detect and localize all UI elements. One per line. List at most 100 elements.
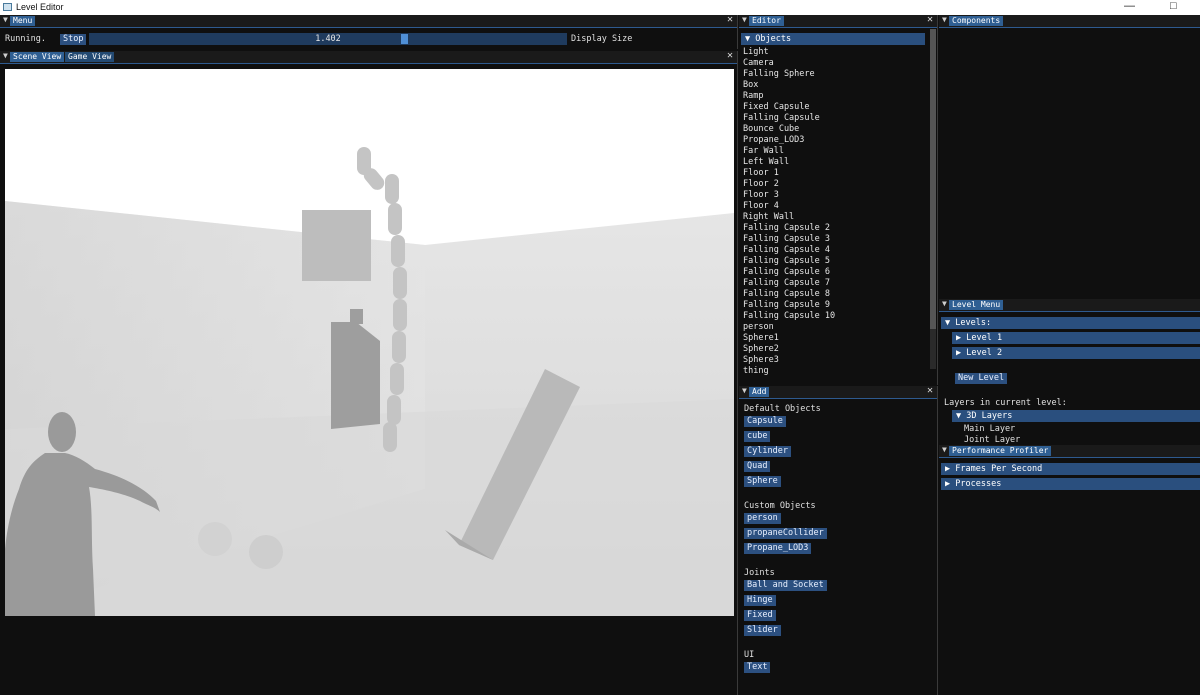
- collapse-arrow-icon[interactable]: ▼: [942, 445, 947, 454]
- object-list-item[interactable]: Falling Sphere: [743, 69, 815, 80]
- collapse-arrow-icon[interactable]: ▼: [942, 15, 947, 24]
- levels-header-label: Levels:: [955, 318, 992, 328]
- close-icon[interactable]: ✕: [927, 14, 933, 25]
- object-list-item[interactable]: Floor 4: [743, 201, 779, 212]
- view-tabbar: ▼ Scene View Game View ✕: [0, 50, 737, 64]
- object-list-item[interactable]: Falling Capsule 7: [743, 278, 830, 289]
- 3d-layers-header[interactable]: ▼ 3D Layers: [952, 410, 1200, 422]
- tab-game-view[interactable]: Game View: [65, 52, 115, 62]
- object-list-item[interactable]: Far Wall: [743, 146, 784, 157]
- object-list-item[interactable]: Ramp: [743, 91, 763, 102]
- object-list-item[interactable]: Floor 2: [743, 179, 779, 190]
- object-list-item[interactable]: Camera: [743, 58, 774, 69]
- levels-header[interactable]: ▼ Levels:: [941, 317, 1200, 329]
- add-quad-button[interactable]: Quad: [744, 461, 771, 472]
- ui-title: UI: [744, 650, 755, 660]
- editor-panel: ▼ Editor ✕ ▼ Objects Light Camera Falling …: [739, 14, 938, 385]
- object-list-item[interactable]: Falling Capsule 8: [743, 289, 830, 300]
- display-size-slider[interactable]: 1.402: [89, 33, 567, 45]
- app-icon: [3, 3, 12, 11]
- object-list-item[interactable]: Sphere1: [743, 333, 779, 344]
- collapse-arrow-icon[interactable]: ▼: [742, 15, 747, 24]
- collapse-arrow-icon[interactable]: ▼: [942, 299, 947, 308]
- object-list-item[interactable]: Floor 3: [743, 190, 779, 201]
- object-list-item[interactable]: thing: [743, 366, 769, 377]
- slider-handle[interactable]: [401, 34, 408, 44]
- add-panel: ▼ Add ✕ Default Objects Capsule cube Cyl…: [739, 385, 938, 695]
- processes-section[interactable]: ▶ Processes: [941, 478, 1200, 490]
- window-titlebar: Level Editor — □: [0, 0, 1200, 15]
- object-list-item[interactable]: Falling Capsule 3: [743, 234, 830, 245]
- object-list-item[interactable]: Falling Capsule 10: [743, 311, 835, 322]
- close-icon[interactable]: ✕: [727, 14, 733, 25]
- object-list-item[interactable]: Box: [743, 80, 758, 91]
- add-cube-button[interactable]: cube: [744, 431, 771, 442]
- object-list-item[interactable]: Light: [743, 47, 769, 58]
- maximize-button[interactable]: □: [1170, 0, 1177, 12]
- object-list-item[interactable]: Falling Capsule: [743, 113, 820, 124]
- add-ball-socket-button[interactable]: Ball and Socket: [744, 580, 827, 591]
- add-slider-button[interactable]: Slider: [744, 625, 781, 636]
- components-panel: ▼ Components: [939, 15, 1200, 299]
- scene-viewport[interactable]: [5, 69, 734, 616]
- objects-scrollbar[interactable]: [930, 29, 936, 369]
- add-cylinder-button[interactable]: Cylinder: [744, 446, 791, 457]
- propane-object: [331, 322, 380, 429]
- tab-level-menu[interactable]: Level Menu: [949, 300, 1004, 310]
- object-list-item[interactable]: Falling Capsule 2: [743, 223, 830, 234]
- object-list-item[interactable]: Right Wall: [743, 212, 794, 223]
- propane-valve: [350, 309, 363, 324]
- add-propane-collider-button[interactable]: propaneCollider: [744, 528, 827, 539]
- run-status: Running.: [5, 34, 46, 44]
- tab-performance-profiler[interactable]: Performance Profiler: [949, 446, 1052, 456]
- collapse-arrow-icon[interactable]: ▼: [3, 15, 8, 24]
- 3d-layers-label: 3D Layers: [966, 411, 1013, 421]
- collapsed-arrow-icon: ▶: [956, 348, 962, 358]
- expanded-arrow-icon: ▼: [945, 318, 951, 328]
- tab-add[interactable]: Add: [749, 387, 770, 397]
- close-icon[interactable]: ✕: [927, 385, 933, 396]
- fps-section[interactable]: ▶ Frames Per Second: [941, 463, 1200, 475]
- sphere-1: [198, 522, 232, 556]
- scrollbar-thumb[interactable]: [930, 29, 936, 329]
- stop-button[interactable]: Stop: [60, 34, 87, 45]
- slider-value: 1.402: [315, 34, 341, 44]
- add-sphere-button[interactable]: Sphere: [744, 476, 781, 487]
- add-person-button[interactable]: person: [744, 513, 781, 524]
- object-list-item[interactable]: Falling Capsule 6: [743, 267, 830, 278]
- add-text-button[interactable]: Text: [744, 662, 771, 673]
- add-propane-lod3-button[interactable]: Propane_LOD3: [744, 543, 812, 554]
- add-hinge-button[interactable]: Hinge: [744, 595, 776, 606]
- object-list-item[interactable]: Propane_LOD3: [743, 135, 804, 146]
- new-level-button[interactable]: New Level: [955, 373, 1008, 384]
- object-list-item[interactable]: Sphere2: [743, 344, 779, 355]
- expanded-arrow-icon: ▼: [745, 34, 751, 44]
- object-list-item[interactable]: Sphere3: [743, 355, 779, 366]
- object-list-item[interactable]: Bounce Cube: [743, 124, 799, 135]
- close-icon[interactable]: ✕: [727, 50, 733, 61]
- tab-scene-view[interactable]: Scene View: [10, 52, 65, 62]
- tab-components[interactable]: Components: [949, 16, 1004, 26]
- box-object: [302, 210, 371, 281]
- collapse-arrow-icon[interactable]: ▼: [3, 51, 8, 60]
- object-list-item[interactable]: Falling Capsule 9: [743, 300, 830, 311]
- object-list-item[interactable]: Falling Capsule 4: [743, 245, 830, 256]
- level-1-node[interactable]: ▶ Level 1: [952, 332, 1200, 344]
- collapse-arrow-icon[interactable]: ▼: [742, 386, 747, 395]
- tab-editor[interactable]: Editor: [749, 16, 784, 26]
- profiler-panel: ▼ Performance Profiler ▶ Frames Per Seco…: [939, 445, 1200, 695]
- minimize-button[interactable]: —: [1124, 0, 1135, 12]
- level-2-node[interactable]: ▶ Level 2: [952, 347, 1200, 359]
- layer-joint[interactable]: Joint Layer: [964, 435, 1020, 445]
- layer-main[interactable]: Main Layer: [964, 424, 1015, 434]
- tab-menu[interactable]: Menu: [10, 16, 36, 26]
- object-list-item[interactable]: Falling Capsule 5: [743, 256, 830, 267]
- object-list-item[interactable]: Left Wall: [743, 157, 789, 168]
- add-capsule-button[interactable]: Capsule: [744, 416, 786, 427]
- floor: [5, 399, 734, 616]
- add-fixed-button[interactable]: Fixed: [744, 610, 776, 621]
- object-list-item[interactable]: Floor 1: [743, 168, 779, 179]
- object-list-item[interactable]: person: [743, 322, 774, 333]
- object-list-item[interactable]: Fixed Capsule: [743, 102, 810, 113]
- objects-header[interactable]: ▼ Objects: [741, 33, 925, 45]
